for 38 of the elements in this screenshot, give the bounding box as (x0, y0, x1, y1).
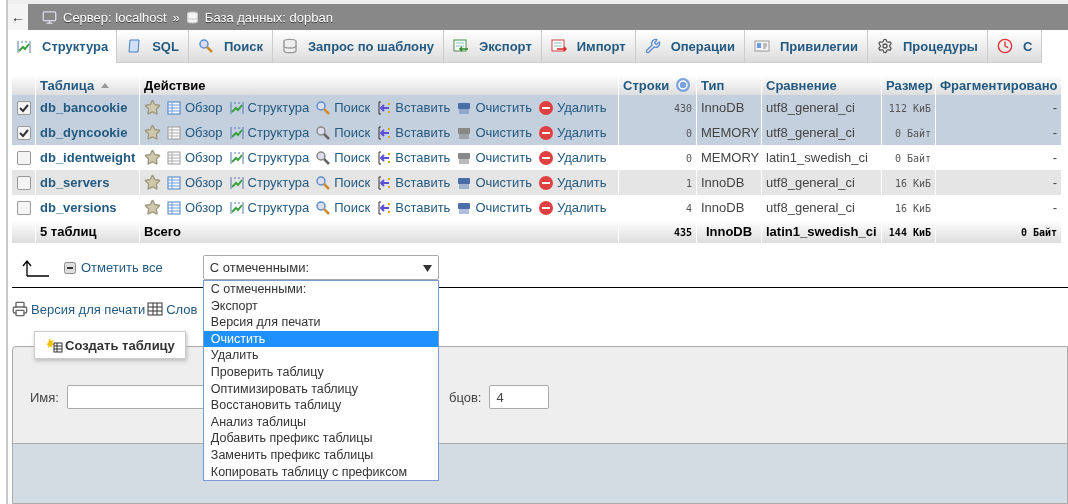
table-cell: 0 Байт (894, 153, 931, 164)
table-cell: MEMORY (701, 125, 760, 140)
table-cell: 5 таблиц (40, 224, 97, 239)
table-cell: - (1052, 200, 1057, 215)
table-cell: MEMORY (701, 150, 760, 165)
column-title: Таблица (40, 77, 95, 93)
table-cell: 0 (685, 153, 692, 164)
table-cell: InnoDB (701, 200, 745, 215)
table-cell: 16 КиБ (894, 178, 931, 189)
table-cell: 435 (673, 227, 692, 238)
table-cell: 1 (685, 178, 692, 189)
table-cell: - (1052, 150, 1057, 165)
columns-label: бцов: (448, 389, 482, 405)
table-cell: InnoDB (705, 224, 753, 239)
table-cell: utf8_general_ci (766, 125, 855, 140)
column-title: Строки (623, 77, 670, 93)
table-cell: - (1052, 100, 1057, 115)
table-cell: InnoDB (701, 100, 745, 115)
column-header: Действие (140, 75, 619, 95)
table-cell: 144 КиБ (888, 227, 931, 238)
table-cell: latin1_swedish_ci (766, 224, 877, 239)
table-cell: 0 Байт (1020, 227, 1057, 238)
table-cell: - (1052, 125, 1057, 140)
table-cell: Всего (144, 224, 182, 239)
table-cell: 430 (673, 103, 692, 114)
table-cell: utf8_general_ci (766, 100, 855, 115)
table-cell: 4 (685, 203, 692, 214)
table-cell: 0 (685, 128, 692, 139)
table-cell: latin1_swedish_ci (766, 150, 868, 165)
name-label: Имя: (30, 389, 59, 405)
breadcrumb-separator: » (172, 9, 180, 25)
table-cell: 16 КиБ (894, 203, 931, 214)
table-cell: 112 КиБ (888, 103, 931, 114)
table-cell: InnoDB (701, 175, 745, 190)
table-cell: utf8_general_ci (766, 200, 855, 215)
table-cell: - (1052, 175, 1057, 190)
table-cell: utf8_general_ci (766, 175, 855, 190)
table-cell: 0 Байт (894, 128, 931, 139)
